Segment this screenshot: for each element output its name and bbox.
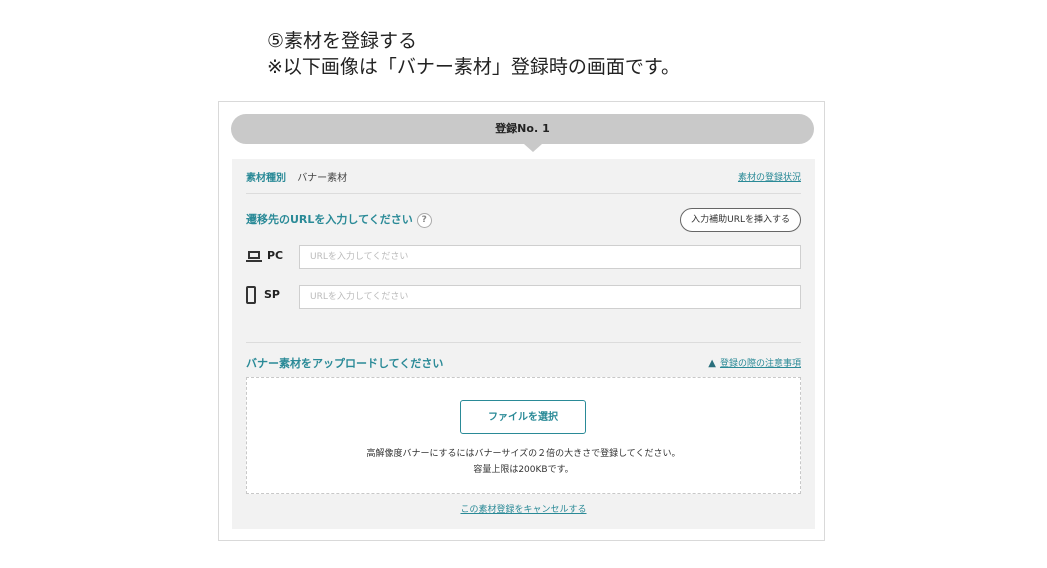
pc-label: PC	[246, 249, 283, 262]
registration-no-label: 登録No.	[495, 122, 539, 135]
laptop-icon	[246, 251, 262, 262]
sp-label: SP	[246, 286, 280, 304]
insert-assist-url-button[interactable]: 入力補助URLを挿入する	[680, 208, 801, 232]
cancel-registration-link[interactable]: この素材登録をキャンセルする	[460, 505, 586, 515]
resolution-note: 高解像度バナーにするにはバナーサイズの２倍の大きさで登録してください。	[366, 449, 681, 459]
bar-pointer	[524, 144, 542, 152]
step-title: ⑤素材を登録する	[267, 30, 418, 52]
registration-notes-text: 登録の際の注意事項	[719, 359, 801, 369]
help-icon[interactable]: ?	[416, 212, 432, 228]
registration-no-value: 1	[542, 122, 550, 135]
sp-label-text: SP	[264, 288, 280, 301]
pc-url-row: PC	[246, 245, 801, 271]
instruction-heading: ⑤素材を登録する ※以下画像は「バナー素材」登録時の画面です。	[267, 28, 680, 80]
choose-file-button[interactable]: ファイルを選択	[460, 400, 586, 434]
material-status-link[interactable]: 素材の登録状況	[738, 170, 801, 183]
registration-label: 登録No. 1	[231, 120, 814, 136]
url-section-title-text: 遷移先のURLを入力してください	[246, 213, 413, 226]
cancel-registration-row: この素材登録をキャンセルする	[232, 502, 815, 515]
material-type-row: 素材種別 バナー素材	[246, 169, 347, 184]
material-type-value: バナー素材	[297, 173, 348, 184]
divider	[246, 193, 801, 194]
registration-number-bar: 登録No. 1	[231, 114, 814, 152]
warning-icon: ▲	[708, 358, 716, 369]
registration-form: 素材種別 バナー素材 素材の登録状況 遷移先のURLを入力してください? 入力補…	[232, 159, 815, 529]
upload-section-title: バナー素材をアップロードしてください	[246, 357, 444, 370]
step-note: ※以下画像は「バナー素材」登録時の画面です。	[267, 56, 681, 78]
registration-notes-link[interactable]: ▲ 登録の際の注意事項	[708, 356, 801, 369]
material-type-label: 素材種別	[246, 173, 286, 184]
file-drop-zone[interactable]: ファイルを選択 高解像度バナーにするにはバナーサイズの２倍の大きさで登録してくだ…	[246, 377, 801, 494]
url-section-title: 遷移先のURLを入力してください?	[246, 211, 432, 228]
material-registration-panel: 登録No. 1 素材種別 バナー素材 素材の登録状況 遷移先のURLを入力してくだ…	[218, 101, 825, 541]
pc-url-input[interactable]	[299, 245, 801, 269]
size-limit-note: 容量上限は200KBです。	[473, 465, 574, 475]
sp-url-row: SP	[246, 285, 801, 311]
smartphone-icon	[246, 286, 256, 304]
divider	[246, 342, 801, 343]
sp-url-input[interactable]	[299, 285, 801, 309]
pc-label-text: PC	[267, 249, 284, 262]
